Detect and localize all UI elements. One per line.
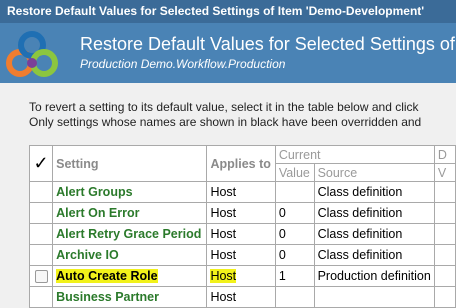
table-row[interactable]: Auto Create Role Host 1 Production defin…: [28, 265, 456, 287]
applies-to-column-header: Applies to: [206, 145, 276, 182]
setting-column-header: Setting: [52, 145, 208, 182]
value-cell: 1: [274, 265, 315, 287]
table-row[interactable]: Alert On Error Host 0 Class definition: [28, 202, 456, 224]
page-header: Restore Default Values for Selected Sett…: [0, 23, 456, 83]
instructions-text: To revert a setting to its default value…: [29, 100, 421, 130]
applies-to-cell: Host: [206, 265, 276, 287]
applies-to-cell: Host: [206, 244, 276, 266]
source-cell: [313, 286, 435, 308]
value-cell: 0: [274, 202, 315, 224]
applies-to-cell: Host: [206, 286, 276, 308]
page-title: Restore Default Values for Selected Sett…: [80, 34, 455, 54]
setting-name: Business Partner: [52, 286, 208, 308]
value-cell: 0: [274, 244, 315, 266]
row-select-cell[interactable]: [28, 244, 54, 266]
source-cell: Production definition: [313, 265, 435, 287]
value-cell: [274, 286, 315, 308]
default-cell: [433, 244, 456, 266]
default-cell: [433, 286, 456, 308]
settings-table: ✓ Setting Applies to Current D Value Sou…: [28, 145, 456, 308]
applies-to-cell: Host: [206, 181, 276, 203]
row-select-cell[interactable]: [28, 202, 54, 224]
default-cell: [433, 202, 456, 224]
value-cell: 0: [274, 223, 315, 245]
source-cell: Class definition: [313, 202, 435, 224]
row-select-cell[interactable]: [28, 286, 54, 308]
setting-name: Alert Groups: [52, 181, 208, 203]
applies-to-text: Host: [210, 269, 237, 283]
instructions-line-1: To revert a setting to its default value…: [29, 100, 419, 114]
source-column-header: Source: [313, 163, 435, 182]
row-checkbox[interactable]: [34, 270, 48, 284]
setting-name: Alert On Error: [52, 202, 208, 224]
applies-to-cell: Host: [206, 202, 276, 224]
page-subtitle: Production Demo.Workflow.Production: [80, 57, 286, 71]
source-cell: Class definition: [313, 244, 435, 266]
default-cell: [433, 265, 456, 287]
source-cell: Class definition: [313, 181, 435, 203]
table-row[interactable]: Archive IO Host 0 Class definition: [28, 244, 456, 266]
window-title: Restore Default Values for Selected Sett…: [0, 0, 456, 23]
current-column-group-header: Current: [274, 145, 435, 164]
default-value-column-header: V: [433, 163, 456, 182]
row-select-cell[interactable]: [28, 181, 54, 203]
app-logo-icon: [6, 31, 58, 77]
default-column-group-header: D: [433, 145, 456, 164]
row-select-cell[interactable]: [28, 265, 54, 287]
row-select-cell[interactable]: [28, 223, 54, 245]
source-cell: Class definition: [313, 223, 435, 245]
table-row[interactable]: Business Partner Host: [28, 286, 456, 308]
select-column-header[interactable]: ✓: [28, 145, 54, 182]
setting-name: Alert Retry Grace Period: [52, 223, 208, 245]
default-cell: [433, 223, 456, 245]
table-row[interactable]: Alert Groups Host Class definition: [28, 181, 456, 203]
applies-to-cell: Host: [206, 223, 276, 245]
setting-name-text: Auto Create Role: [56, 269, 158, 283]
setting-name: Auto Create Role: [52, 265, 208, 287]
default-cell: [433, 181, 456, 203]
instructions-line-2: Only settings whose names are shown in b…: [29, 115, 422, 129]
value-column-header: Value: [274, 163, 315, 182]
value-cell: [274, 181, 315, 203]
table-row[interactable]: Alert Retry Grace Period Host 0 Class de…: [28, 223, 456, 245]
setting-name: Archive IO: [52, 244, 208, 266]
